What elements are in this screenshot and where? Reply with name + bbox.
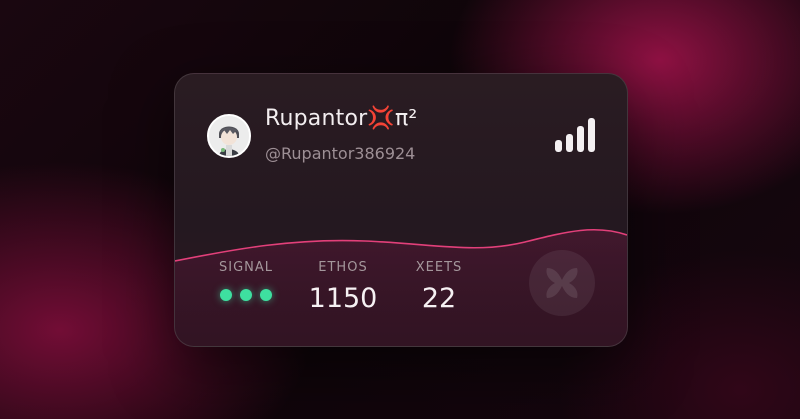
stat-xeets: XEETS 22 <box>409 260 469 314</box>
signal-dot <box>240 289 252 301</box>
brand-logo-watermark <box>529 250 595 316</box>
stat-signal-label: SIGNAL <box>218 260 274 275</box>
stat-xeets-label: XEETS <box>415 260 463 275</box>
avatar[interactable] <box>207 114 251 158</box>
signal-dot <box>260 289 272 301</box>
stat-ethos: ETHOS 1150 <box>305 260 381 314</box>
brand-logo-icon <box>546 268 578 298</box>
user-handle: @Rupantor386924 <box>265 144 416 163</box>
stat-ethos-value: 1150 <box>308 283 378 314</box>
stat-xeets-value: 22 <box>421 283 457 314</box>
stat-signal: SIGNAL <box>215 260 277 301</box>
signal-dots <box>215 289 277 301</box>
display-name: Rupantor💢π² <box>265 106 418 131</box>
signal-bars-icon <box>555 118 595 152</box>
anime-avatar-icon <box>209 116 249 156</box>
signal-dot <box>220 289 232 301</box>
profile-card[interactable]: Rupantor💢π² @Rupantor386924 SIGNAL ETHOS… <box>174 73 628 347</box>
stat-ethos-label: ETHOS <box>318 260 368 275</box>
